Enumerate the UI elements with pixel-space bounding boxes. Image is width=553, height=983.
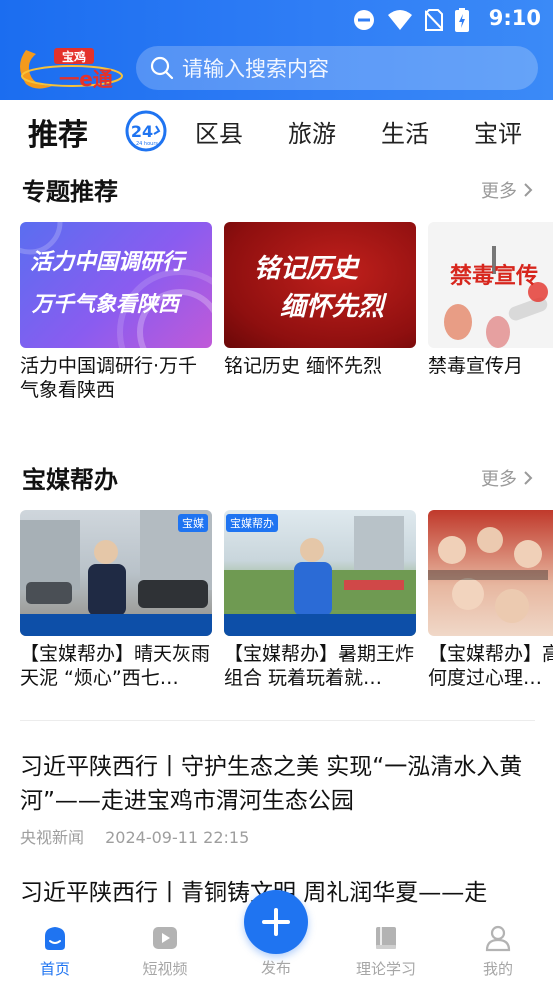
- home-icon: [45, 927, 65, 950]
- card-title: 【宝媒帮办】高考生如何度过心理…: [428, 643, 553, 689]
- thumb-text-1: 铭记历史: [254, 254, 359, 284]
- card-title: 【宝媒帮办】暑期王炸组合 玩着玩着就…: [224, 643, 415, 689]
- tab-life[interactable]: 生活: [381, 114, 429, 149]
- card-thumbnail: 铭记历史 缅怀先烈: [224, 222, 416, 348]
- card-title: 【宝媒帮办】晴天灰雨天泥 “烦心”西七…: [20, 643, 211, 689]
- card-thumbnail: 活力中国调研行 万千气象看陕西: [20, 222, 212, 348]
- category-tabs: 推荐 区县 旅游 生活 宝评: [0, 100, 553, 160]
- special-more-link[interactable]: 更多: [481, 177, 533, 203]
- nav-label: 短视频: [142, 960, 188, 978]
- logo-text-main: 一e通: [59, 67, 113, 91]
- app-logo: 宝鸡 一e通: [20, 48, 123, 91]
- app-screen: 9:10 宝鸡 一e通 请输入搜索内容 推荐 区县 旅游 生活 宝评 24 24…: [0, 0, 553, 983]
- status-bar: 9:10: [0, 0, 553, 38]
- baomei-card[interactable]: 宝媒 【宝媒帮办】晴天灰雨天泥 “烦心”西七…: [20, 510, 212, 690]
- baomei-section-title: 宝媒帮办: [22, 466, 118, 494]
- more-label: 更多: [481, 469, 517, 490]
- news-title: 习近平陕西行丨守护生态之美 实现“一泓清水入黄河”——走进宝鸡市渭河生态公园: [20, 754, 523, 814]
- news-source: 央视新闻: [20, 828, 85, 847]
- nav-label: 我的: [482, 960, 513, 978]
- svg-text:24: 24: [131, 122, 153, 141]
- special-card[interactable]: 禁毒宣传 禁毒宣传月: [428, 222, 553, 378]
- publish-label: 发布: [260, 959, 291, 977]
- special-section-title: 专题推荐: [22, 178, 118, 206]
- dnd-icon: [354, 10, 374, 30]
- card-thumbnail: 宝媒帮办: [224, 510, 416, 636]
- nav-short-video[interactable]: 短视频: [125, 924, 205, 979]
- card-thumbnail: 禁毒宣传: [428, 222, 553, 348]
- special-card[interactable]: 铭记历史 缅怀先烈 铭记历史 缅怀先烈: [224, 222, 416, 378]
- nav-label: 首页: [39, 960, 70, 978]
- video-icon: [153, 927, 177, 949]
- search-placeholder: 请输入搜索内容: [182, 57, 329, 81]
- news-time: 2024-09-11 22:15: [105, 828, 250, 847]
- baomei-card[interactable]: 宝媒帮办 【宝媒帮办】暑期王炸组合 玩着玩着就…: [224, 510, 416, 690]
- special-card[interactable]: 活力中国调研行 万千气象看陕西 活力中国调研行·万千气象看陕西: [20, 222, 212, 402]
- wifi-icon: [388, 10, 412, 30]
- tab-travel[interactable]: 旅游: [288, 114, 336, 149]
- card-title: 活力中国调研行·万千气象看陕西: [20, 355, 198, 401]
- card-title: 禁毒宣传月: [428, 355, 524, 377]
- thumb-text-1: 活力中国调研行: [30, 250, 185, 275]
- search-icon: [150, 56, 174, 80]
- svg-text:24 hours: 24 hours: [136, 141, 158, 147]
- section-divider: [20, 720, 535, 721]
- plus-icon: [262, 908, 290, 936]
- card-thumbnail: 宝媒: [20, 510, 212, 636]
- publish-button[interactable]: [244, 890, 308, 954]
- 24h-clock-icon[interactable]: 24 24 hours: [114, 110, 170, 152]
- thumb-badge: 宝媒: [178, 514, 208, 532]
- logo-text-top: 宝鸡: [62, 49, 86, 64]
- no-sim-icon: [425, 9, 443, 31]
- book-icon: [376, 927, 396, 949]
- baomei-card[interactable]: 【宝媒帮办】高考生如何度过心理…: [428, 510, 553, 690]
- nav-theory-study[interactable]: 理论学习: [346, 924, 426, 979]
- tab-review[interactable]: 宝评: [474, 114, 522, 149]
- nav-home[interactable]: 首页: [15, 924, 95, 979]
- status-icons: [353, 8, 469, 32]
- thumb-badge: 宝媒帮办: [226, 514, 278, 532]
- nav-label: 理论学习: [355, 960, 416, 978]
- tab-county[interactable]: 区县: [195, 114, 243, 149]
- thumb-text-2: 万千气象看陕西: [32, 292, 179, 316]
- news-item[interactable]: 习近平陕西行丨守护生态之美 实现“一泓清水入黄河”——走进宝鸡市渭河生态公园 央…: [20, 750, 536, 848]
- chevron-right-icon: [524, 471, 533, 485]
- tab-recommend[interactable]: 推荐: [28, 110, 88, 154]
- baomei-more-link[interactable]: 更多: [481, 465, 533, 491]
- card-title: 铭记历史 缅怀先烈: [224, 355, 383, 377]
- news-meta: 央视新闻 2024-09-11 22:15: [20, 824, 536, 848]
- card-thumbnail: [428, 510, 553, 636]
- battery-icon: [455, 8, 469, 32]
- user-icon: [485, 925, 511, 952]
- clock: 9:10: [488, 6, 541, 30]
- nav-mine[interactable]: 我的: [458, 924, 538, 979]
- more-label: 更多: [481, 181, 517, 202]
- thumb-text-1: 禁毒宣传: [450, 264, 539, 289]
- chevron-right-icon: [524, 183, 533, 197]
- thumb-text-2: 缅怀先烈: [280, 292, 385, 322]
- search-input[interactable]: 请输入搜索内容: [136, 46, 538, 90]
